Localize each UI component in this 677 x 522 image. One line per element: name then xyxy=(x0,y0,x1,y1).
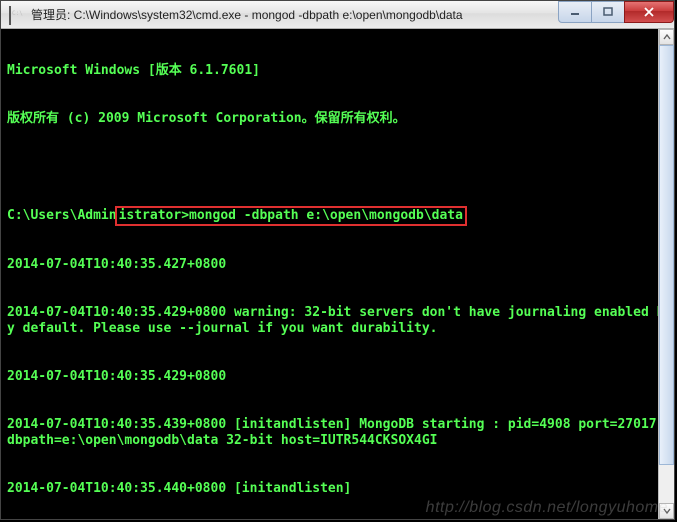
window-controls xyxy=(558,1,674,21)
app-window: 管理员: C:\Windows\system32\cmd.exe - mongo… xyxy=(0,0,675,520)
prompt-prefix: C:\Users\Admin xyxy=(7,208,117,223)
log-line: 2014-07-04T10:40:35.440+0800 [initandlis… xyxy=(7,481,670,497)
scroll-track[interactable] xyxy=(659,45,674,503)
chevron-up-icon xyxy=(663,33,671,41)
scroll-down-button[interactable] xyxy=(659,503,674,519)
vertical-scrollbar[interactable] xyxy=(658,29,674,519)
log-line: 2014-07-04T10:40:35.429+0800 xyxy=(7,369,670,385)
log-line: 2014-07-04T10:40:35.427+0800 xyxy=(7,257,670,273)
blank-line xyxy=(7,159,670,175)
prompt-line: C:\Users\Administrator>mongod -dbpath e:… xyxy=(7,207,670,225)
close-icon xyxy=(643,7,655,17)
copyright-line: 版权所有 (c) 2009 Microsoft Corporation。保留所有… xyxy=(7,111,670,127)
log-line: 2014-07-04T10:40:35.439+0800 [initandlis… xyxy=(7,417,670,449)
terminal-output[interactable]: Microsoft Windows [版本 6.1.7601] 版权所有 (c)… xyxy=(1,29,674,519)
maximize-button[interactable] xyxy=(591,1,625,23)
command-highlight: istrator>mongod -dbpath e:\open\mongodb\… xyxy=(115,206,467,226)
minimize-button[interactable] xyxy=(558,1,592,23)
chevron-down-icon xyxy=(663,507,671,515)
os-header: Microsoft Windows [版本 6.1.7601] xyxy=(7,63,670,79)
maximize-icon xyxy=(603,7,613,17)
titlebar[interactable]: 管理员: C:\Windows\system32\cmd.exe - mongo… xyxy=(1,1,674,29)
scroll-thumb[interactable] xyxy=(659,45,674,465)
log-line: 2014-07-04T10:40:35.429+0800 warning: 32… xyxy=(7,305,670,337)
window-title: 管理员: C:\Windows\system32\cmd.exe - mongo… xyxy=(31,6,558,23)
scroll-up-button[interactable] xyxy=(659,29,674,45)
cmd-icon xyxy=(9,7,25,23)
minimize-icon xyxy=(570,7,580,17)
close-button[interactable] xyxy=(624,1,674,23)
